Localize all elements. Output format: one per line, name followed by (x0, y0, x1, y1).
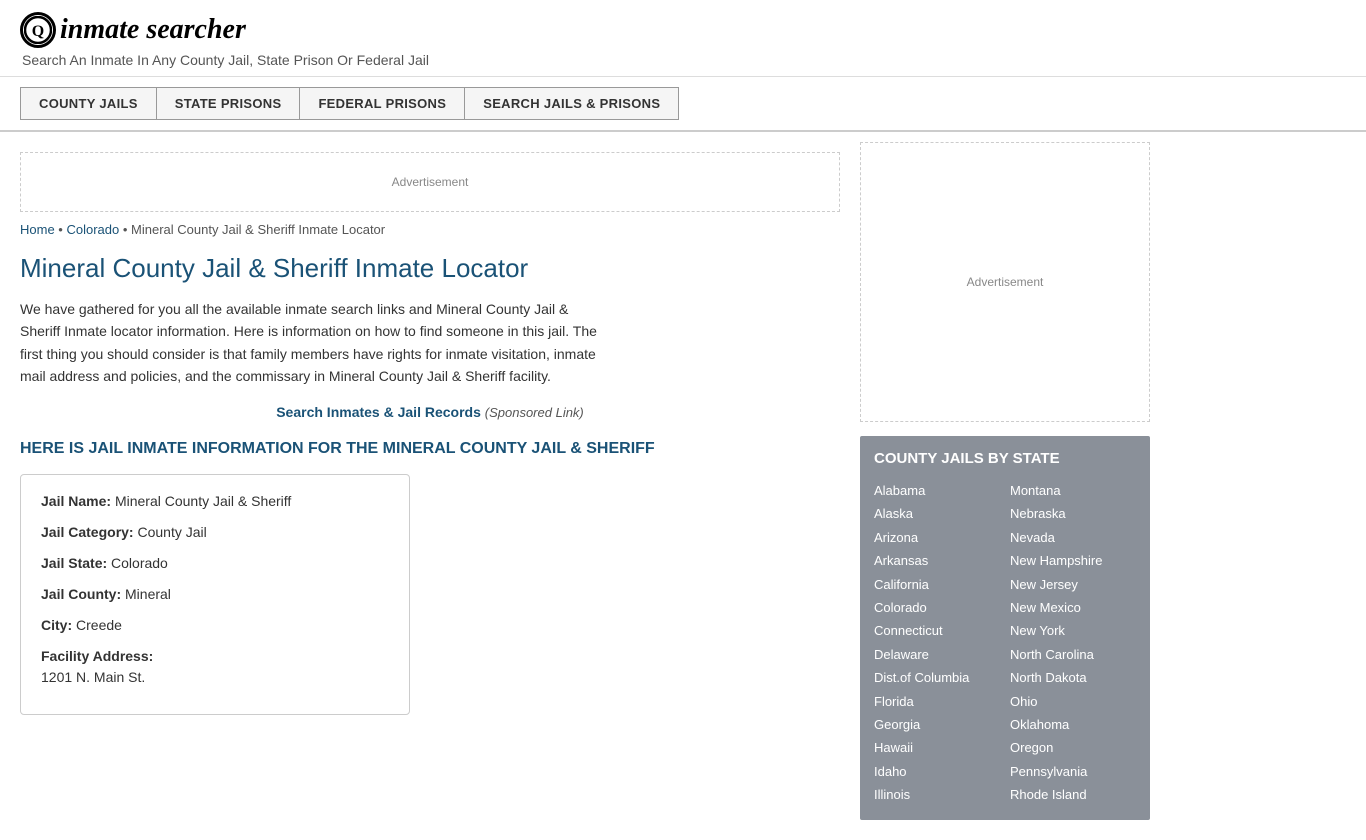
search-link-area: Search Inmates & Jail Records (Sponsored… (20, 404, 840, 420)
breadcrumb-current: Mineral County Jail & Sheriff Inmate Loc… (131, 222, 385, 237)
state-link[interactable]: Arkansas (874, 549, 1000, 572)
state-link[interactable]: Connecticut (874, 619, 1000, 642)
jail-address-row: Facility Address: 1201 N. Main St. (41, 646, 389, 688)
jail-county-row: Jail County: Mineral (41, 584, 389, 605)
state-link[interactable]: Illinois (874, 783, 1000, 806)
state-link[interactable]: Nebraska (1010, 502, 1136, 525)
state-link[interactable]: New Jersey (1010, 573, 1136, 596)
state-link[interactable]: Pennsylvania (1010, 760, 1136, 783)
state-link[interactable]: California (874, 573, 1000, 596)
search-jails-button[interactable]: SEARCH JAILS & PRISONS (464, 87, 679, 120)
state-link[interactable]: Dist.of Columbia (874, 666, 1000, 689)
navbar: COUNTY JAILS STATE PRISONS FEDERAL PRISO… (0, 77, 1366, 132)
states-col1: AlabamaAlaskaArizonaArkansasCaliforniaCo… (874, 479, 1000, 806)
jail-state-row: Jail State: Colorado (41, 553, 389, 574)
state-link[interactable]: New Mexico (1010, 596, 1136, 619)
state-link[interactable]: Hawaii (874, 736, 1000, 759)
sponsored-label: (Sponsored Link) (485, 405, 584, 420)
jail-state-label: Jail State: (41, 555, 107, 571)
breadcrumb: Home • Colorado • Mineral County Jail & … (20, 222, 840, 237)
jail-name-label: Jail Name: (41, 493, 111, 509)
description: We have gathered for you all the availab… (20, 298, 610, 388)
search-inmates-link[interactable]: Search Inmates & Jail Records (276, 404, 481, 420)
states-grid: AlabamaAlaskaArizonaArkansasCaliforniaCo… (874, 479, 1136, 806)
breadcrumb-home[interactable]: Home (20, 222, 55, 237)
state-link[interactable]: Georgia (874, 713, 1000, 736)
state-link[interactable]: Colorado (874, 596, 1000, 619)
jail-name-row: Jail Name: Mineral County Jail & Sheriff (41, 491, 389, 512)
jail-category-label: Jail Category: (41, 524, 134, 540)
state-link[interactable]: New Hampshire (1010, 549, 1136, 572)
state-link[interactable]: Alaska (874, 502, 1000, 525)
tagline: Search An Inmate In Any County Jail, Sta… (22, 52, 1346, 68)
state-prisons-button[interactable]: STATE PRISONS (156, 87, 301, 120)
state-link[interactable]: Nevada (1010, 526, 1136, 549)
svg-text:Q: Q (32, 23, 44, 40)
jail-address-label: Facility Address: (41, 648, 153, 664)
jail-city-label: City: (41, 617, 72, 633)
state-link[interactable]: Idaho (874, 760, 1000, 783)
jail-county-label: Jail County: (41, 586, 121, 602)
state-link[interactable]: Rhode Island (1010, 783, 1136, 806)
states-col2: MontanaNebraskaNevadaNew HampshireNew Je… (1010, 479, 1136, 806)
state-link[interactable]: North Carolina (1010, 643, 1136, 666)
state-link[interactable]: Oklahoma (1010, 713, 1136, 736)
state-link[interactable]: New York (1010, 619, 1136, 642)
content-area: Advertisement Home • Colorado • Mineral … (0, 132, 860, 840)
county-jails-button[interactable]: COUNTY JAILS (20, 87, 157, 120)
header: Q inmate searcher Search An Inmate In An… (0, 0, 1366, 77)
jail-city-value: Creede (76, 617, 122, 633)
logo-icon: Q (20, 12, 56, 48)
jail-county-value: Mineral (125, 586, 171, 602)
state-link[interactable]: North Dakota (1010, 666, 1136, 689)
jail-state-value: Colorado (111, 555, 168, 571)
state-link[interactable]: Alabama (874, 479, 1000, 502)
jail-city-row: City: Creede (41, 615, 389, 636)
state-box: COUNTY JAILS BY STATE AlabamaAlaskaArizo… (860, 436, 1150, 820)
logo-area: Q inmate searcher (20, 12, 1346, 48)
state-box-title: COUNTY JAILS BY STATE (874, 450, 1136, 467)
sidebar-ad: Advertisement (860, 142, 1150, 422)
info-box: Jail Name: Mineral County Jail & Sheriff… (20, 474, 410, 715)
info-heading: HERE IS JAIL INMATE INFORMATION FOR THE … (20, 440, 840, 458)
state-link[interactable]: Oregon (1010, 736, 1136, 759)
state-link[interactable]: Arizona (874, 526, 1000, 549)
jail-category-value: County Jail (137, 524, 206, 540)
jail-address-value: 1201 N. Main St. (41, 667, 389, 688)
state-link[interactable]: Montana (1010, 479, 1136, 502)
breadcrumb-state[interactable]: Colorado (66, 222, 119, 237)
state-link[interactable]: Florida (874, 690, 1000, 713)
main-layout: Advertisement Home • Colorado • Mineral … (0, 132, 1366, 840)
jail-category-row: Jail Category: County Jail (41, 522, 389, 543)
logo-text: inmate searcher (60, 14, 246, 46)
top-ad: Advertisement (20, 152, 840, 212)
state-link[interactable]: Delaware (874, 643, 1000, 666)
state-link[interactable]: Ohio (1010, 690, 1136, 713)
federal-prisons-button[interactable]: FEDERAL PRISONS (299, 87, 465, 120)
sidebar: Advertisement COUNTY JAILS BY STATE Alab… (860, 132, 1170, 840)
jail-name-value: Mineral County Jail & Sheriff (115, 493, 291, 509)
page-title: Mineral County Jail & Sheriff Inmate Loc… (20, 253, 840, 284)
